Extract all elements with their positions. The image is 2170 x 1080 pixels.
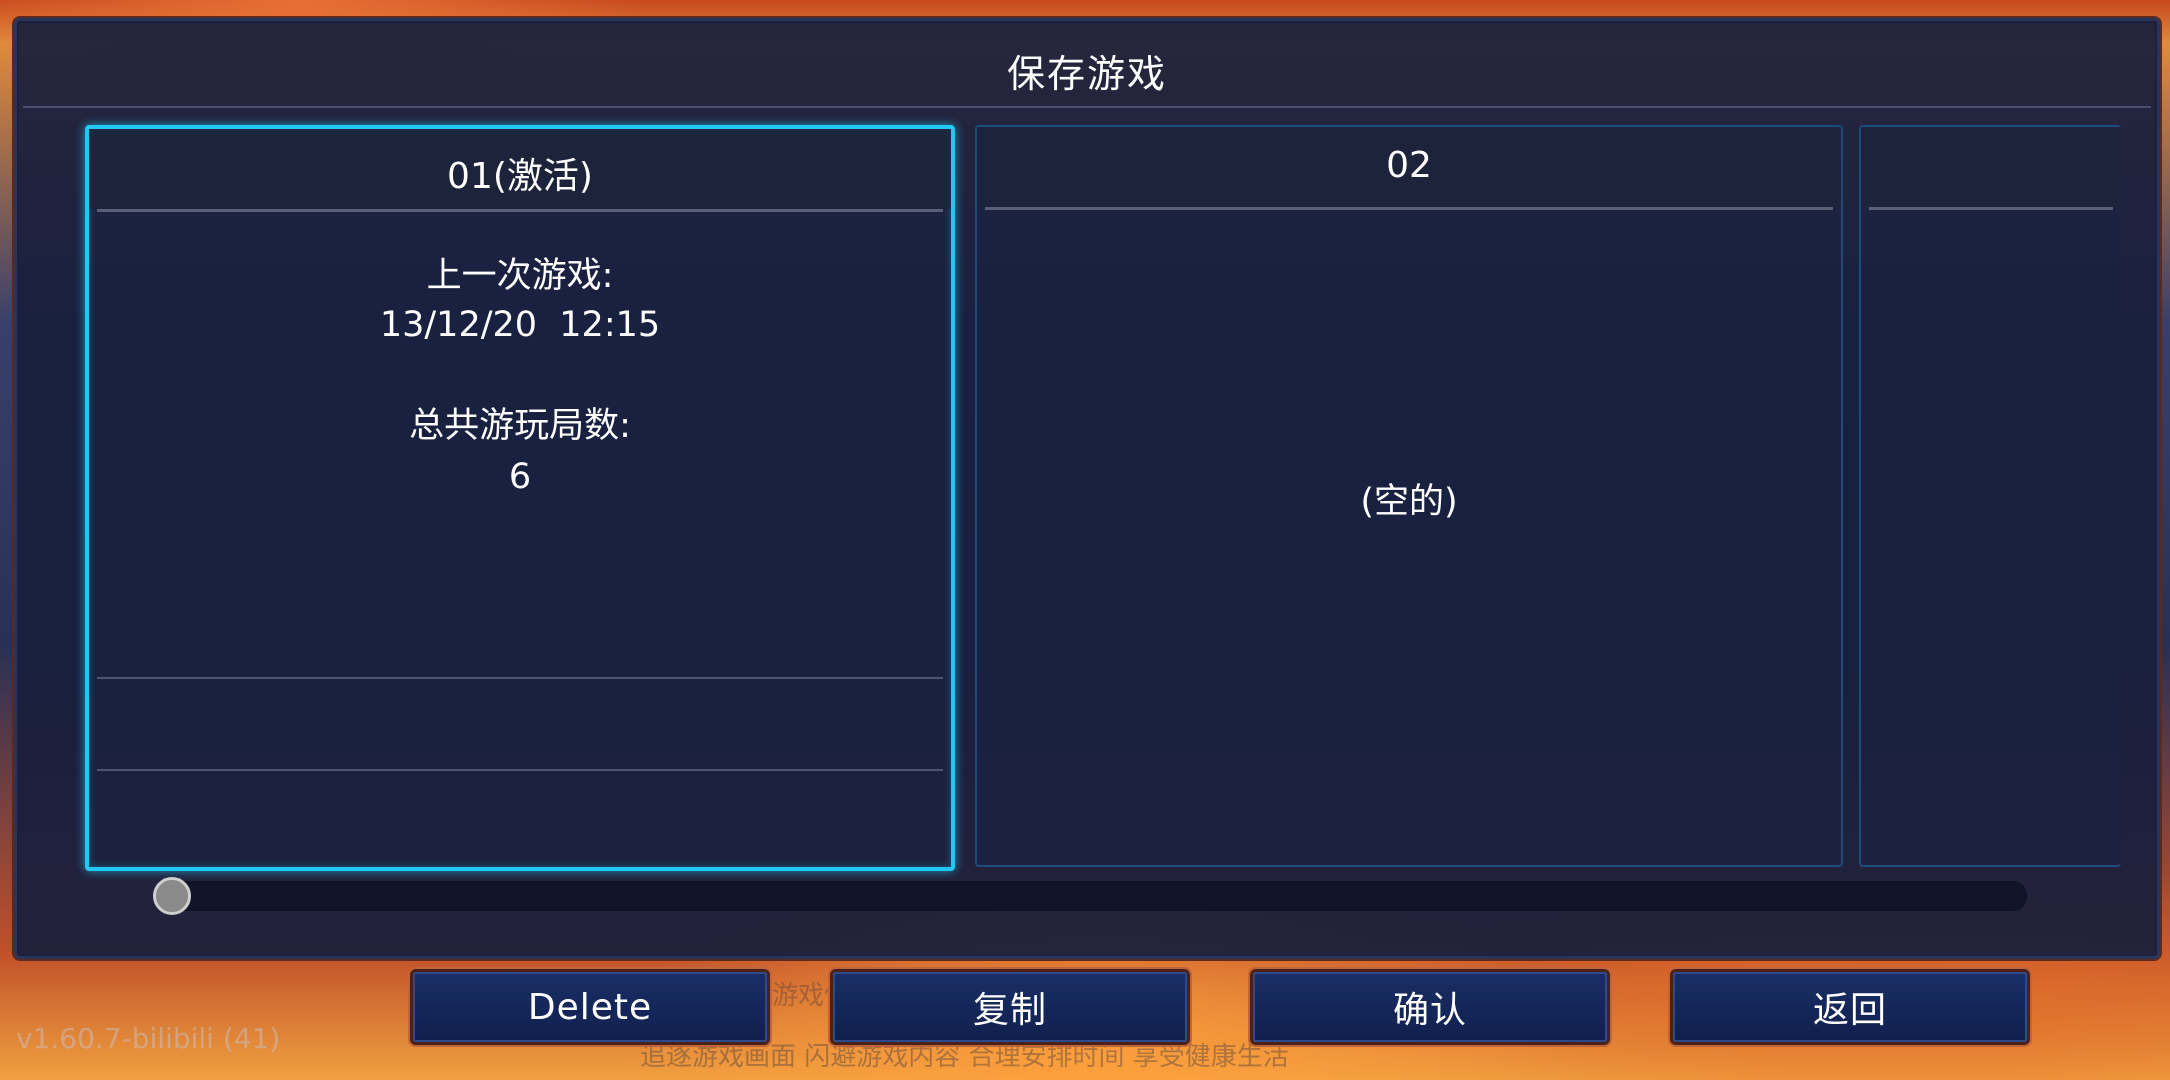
save-game-dialog: 保存游戏 01(激活) 上一次游戏: 13/12/20 12:15 总共游玩局数… [14,18,2160,959]
version-label: v1.60.7-bilibili (41) [16,1022,281,1055]
slot-name: 01(激活) [447,156,593,197]
save-slot-02[interactable]: 02 (空的) [975,125,1843,867]
dialog-title: 保存游戏 [1006,52,1167,96]
slot-header-divider [985,207,1833,210]
slot-header-divider [1869,207,2113,210]
slot-scrollbar-knob[interactable] [153,877,191,915]
save-slot-01[interactable]: 01(激活) 上一次游戏: 13/12/20 12:15 总共游玩局数: 6 [85,125,955,871]
slot-scrollbar-track[interactable] [157,881,2027,911]
total-runs-value: 6 [508,457,532,497]
title-divider [23,106,2151,108]
slot-name: 02 [1386,145,1432,186]
back-button[interactable]: 返回 [1673,972,2027,1042]
slot-header: 01(激活) [89,129,951,209]
slot-header-divider [97,209,943,212]
last-played-label: 上一次游戏: [426,256,614,296]
slot-header: 02 [977,127,1841,207]
slot-header [1861,127,2121,207]
last-played-value: 13/12/20 12:15 [379,305,661,345]
slot-divider [97,677,943,679]
empty-slot-label: (空的) [1360,482,1458,522]
slot-divider [97,769,943,771]
confirm-button[interactable]: 确认 [1253,972,1607,1042]
total-runs-label: 总共游玩局数: [409,406,631,446]
delete-button[interactable]: Delete [413,972,767,1042]
copy-button[interactable]: 复制 [833,972,1187,1042]
save-slot-03[interactable] [1859,125,2121,867]
